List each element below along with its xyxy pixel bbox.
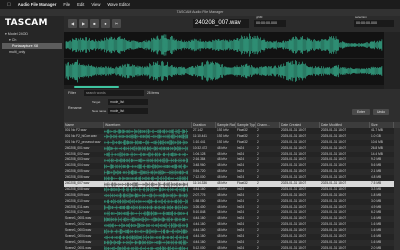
app-window: TASCAM Audio File Manager TASCAM ▾ Model… [0,9,400,250]
table-row[interactable]: Scene2_0001.wav 5:12.000 48 kHz Int24 2 2025-… [64,246,400,250]
menu-bar:  Audio File Manager File Edit View Wave… [0,0,400,9]
waveform-view[interactable] [64,32,384,85]
filter-label: Filter [68,91,76,95]
menu-file[interactable]: File [63,2,70,7]
sidebar: TASCAM ▾ Model 24OD ▾ Ch Portacapture X8… [0,16,64,250]
position-field[interactable]: 00:00:00.000 [254,20,286,27]
toolbar: ◀ ▶ ■ ● ✂ 240208_007.wav gNM 00:00:00.00… [64,15,400,32]
file-table: Name Waveform Duration Sample Rate Sampl… [64,122,400,250]
row-waveform-thumbnail [104,211,188,216]
waveform-graphic [64,32,384,85]
window-title: TASCAM Audio File Manager [0,9,400,16]
row-waveform-thumbnail [104,146,188,152]
row-waveform-thumbnail [104,152,188,157]
row-waveform-thumbnail [104,240,188,246]
record-button[interactable]: ● [101,19,110,28]
row-waveform-thumbnail [104,140,188,146]
row-waveform-thumbnail [104,187,188,193]
row-waveform-thumbnail [104,134,188,140]
menu-app-name[interactable]: Audio File Manager [18,2,57,7]
play-button[interactable]: ▶ [79,19,88,28]
rename-label: Rename [68,106,82,110]
row-waveform-thumbnail [104,234,188,240]
undo-button[interactable]: Undo [373,109,389,115]
filter-rename-panel: Filter search words 28 items Rename Targ… [64,89,400,122]
row-waveform-thumbnail [104,205,188,210]
cut-button[interactable]: ✂ [112,19,121,28]
target-label: Target [92,100,101,104]
position-label: gNM [256,15,263,19]
row-waveform-thumbnail [104,228,188,234]
cell-size: 2.0 MB [371,245,382,250]
apple-icon[interactable]:  [7,2,11,8]
current-filename: 240208_007.wav [193,19,249,28]
row-waveform-thumbnail [104,193,188,199]
selection-label: selection [355,15,367,19]
tree-item-multi-only[interactable]: multi_only [2,49,62,55]
cell-sample-type: Int24 [237,245,245,250]
row-waveform-thumbnail [104,169,188,175]
row-waveform-thumbnail [104,158,188,163]
waveform-scroll-thumb[interactable] [74,86,119,88]
table-scrollbar[interactable] [394,128,400,250]
enter-button[interactable]: Enter [352,109,370,115]
cell-sample-rate: 48 kHz [217,245,227,250]
table-body: 001 No F2.wav 27.142 192 kHz Float32 2 2025-0… [64,128,400,250]
filter-search-input[interactable]: search words [84,90,144,96]
menu-wave-editor[interactable]: Wave Editor [107,2,130,7]
row-waveform-thumbnail [104,128,188,134]
new-name-label: New name [92,109,107,113]
row-waveform-thumbnail [104,164,188,169]
tascam-logo: TASCAM [5,18,48,28]
rewind-button[interactable]: ◀ [68,19,77,28]
cell-channels: 2 [257,245,259,250]
row-waveform-thumbnail [104,222,188,228]
menu-view[interactable]: View [91,2,100,7]
row-waveform-thumbnail [104,216,188,222]
row-waveform-thumbnail [104,246,188,250]
cell-name: Scene2_0001.wav [65,245,92,250]
target-input[interactable]: mode_list [108,99,148,105]
menu-edit[interactable]: Edit [77,2,84,7]
cell-duration: 5:12.000 [193,245,206,250]
waveform-side-panel [384,32,400,89]
folder-tree: ▾ Model 24OD ▾ Ch Portacapture X8 multi_… [2,31,62,55]
selection-field[interactable]: 00:00:00.000 [354,20,394,27]
new-name-input[interactable]: mode_list [108,108,148,114]
row-waveform-thumbnail [104,181,188,187]
row-waveform-thumbnail [104,199,188,205]
filter-result-count: 28 items [147,91,160,95]
stop-button[interactable]: ■ [90,19,99,28]
cell-date-modified: 2025-01-31 18:07 [321,245,347,250]
cell-date-created: 2025-01-31 18:07 [281,245,307,250]
row-waveform-thumbnail [104,175,188,181]
